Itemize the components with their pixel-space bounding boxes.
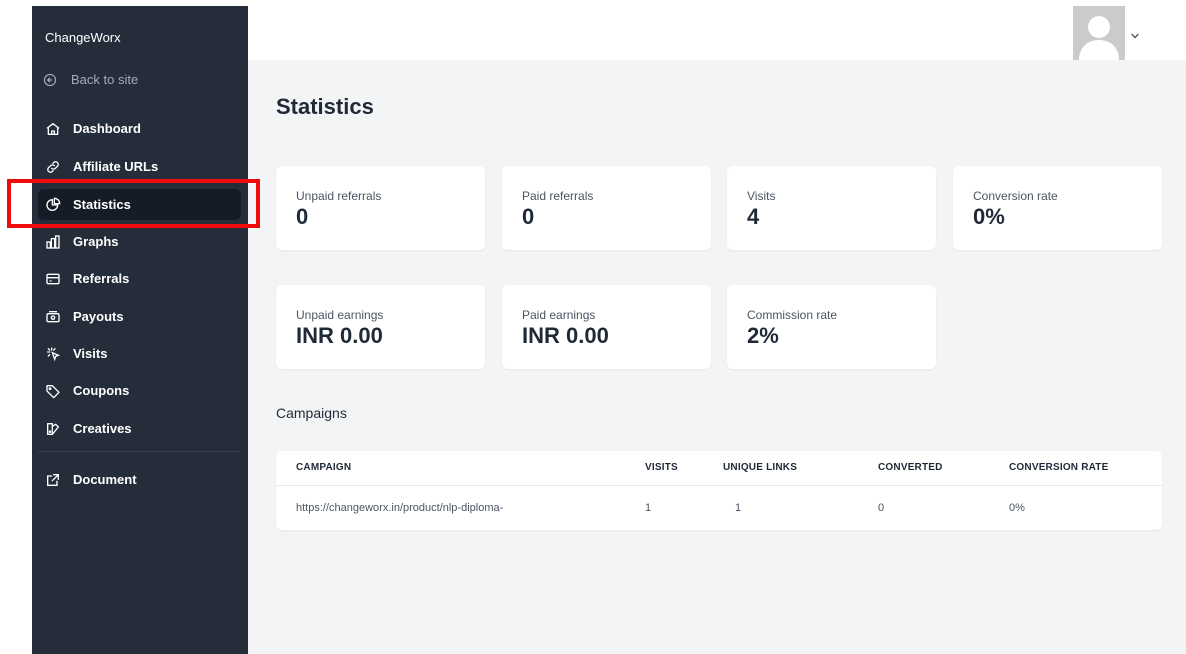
column-header-campaign: CAMPAIGN [296, 462, 352, 473]
sidebar-item-label: Coupons [73, 383, 130, 398]
sidebar-item-label: Payouts [73, 309, 124, 324]
stat-card-conversion-rate: Conversion rate 0% [953, 166, 1162, 250]
stat-label: Commission rate [747, 308, 838, 322]
cell-converted: 0 [878, 502, 885, 514]
stat-card-unpaid-earnings: Unpaid earnings INR 0.00 [276, 285, 485, 369]
brand-name[interactable]: ChangeWorx [45, 30, 121, 45]
stat-label: Visits [747, 189, 776, 203]
cash-icon [44, 308, 62, 326]
sidebar-item-affiliate-urls[interactable]: Affiliate URLs [38, 151, 241, 182]
user-silhouette-icon [1079, 16, 1119, 60]
sidebar-item-label: Dashboard [73, 121, 141, 136]
user-avatar[interactable] [1073, 6, 1125, 60]
sidebar-item-label: Affiliate URLs [73, 159, 159, 174]
column-header-unique-links: UNIQUE LINKS [723, 462, 798, 473]
stat-value: 2% [747, 323, 779, 348]
sidebar-item-document[interactable]: Document [38, 464, 241, 495]
stat-value: INR 0.00 [522, 323, 609, 348]
cell-conversion-rate: 0% [1009, 502, 1025, 514]
arrow-circle-left-icon [43, 73, 57, 87]
page-title: Statistics [276, 94, 374, 119]
top-bar [248, 0, 1186, 60]
stat-label: Unpaid referrals [296, 189, 382, 203]
sidebar-item-payouts[interactable]: Payouts [38, 301, 241, 332]
external-link-icon [44, 471, 62, 489]
stat-card-paid-referrals: Paid referrals 0 [502, 166, 711, 250]
column-header-visits: VISITS [645, 462, 678, 473]
sidebar-item-coupons[interactable]: Coupons [38, 375, 241, 406]
stat-card-unpaid-referrals: Unpaid referrals 0 [276, 166, 485, 250]
campaigns-heading: Campaigns [276, 405, 347, 421]
link-icon [44, 158, 62, 176]
stat-value: 0% [973, 204, 1005, 229]
sidebar-item-label: Creatives [73, 421, 132, 436]
sidebar-item-creatives[interactable]: Creatives [38, 413, 241, 444]
chevron-down-icon[interactable] [1130, 27, 1140, 39]
stat-value: INR 0.00 [296, 323, 383, 348]
credit-card-icon [44, 270, 62, 288]
sidebar-item-label: Document [73, 472, 137, 487]
sidebar-item-dashboard[interactable]: Dashboard [38, 113, 241, 144]
stat-card-commission-rate: Commission rate 2% [727, 285, 936, 369]
sidebar-item-graphs[interactable]: Graphs [38, 226, 241, 257]
sidebar: ChangeWorx Back to site Dashboard Affili… [32, 6, 248, 654]
cell-visits: 1 [645, 502, 652, 514]
sidebar-item-label: Referrals [73, 271, 130, 286]
sidebar-item-referrals[interactable]: Referrals [38, 263, 241, 294]
stat-value: 0 [522, 204, 535, 229]
sidebar-item-visits[interactable]: Visits [38, 338, 241, 369]
sidebar-item-label: Visits [73, 346, 108, 361]
stat-label: Unpaid earnings [296, 308, 384, 322]
column-header-converted: CONVERTED [878, 462, 943, 473]
stat-label: Conversion rate [973, 189, 1058, 203]
stat-label: Paid referrals [522, 189, 594, 203]
home-icon [44, 120, 62, 138]
bar-chart-icon [44, 233, 62, 251]
cell-campaign-url[interactable]: https://changeworx.in/product/nlp-diplom… [296, 502, 503, 514]
tag-icon [44, 382, 62, 400]
color-swatch-icon [44, 420, 62, 438]
highlight-box [7, 179, 260, 228]
stat-card-paid-earnings: Paid earnings INR 0.00 [502, 285, 711, 369]
stat-value: 0 [296, 204, 309, 229]
sidebar-divider [38, 451, 241, 452]
cursor-click-icon [44, 345, 62, 363]
campaigns-table: CAMPAIGN VISITS UNIQUE LINKS CONVERTED C… [276, 451, 1162, 530]
back-to-site-link[interactable]: Back to site [43, 72, 138, 87]
sidebar-item-label: Graphs [73, 234, 119, 249]
stat-value: 4 [747, 204, 760, 229]
stat-card-visits: Visits 4 [727, 166, 936, 250]
column-header-conversion-rate: CONVERSION RATE [1009, 462, 1109, 473]
back-to-site-label: Back to site [71, 72, 139, 87]
stat-label: Paid earnings [522, 308, 596, 322]
cell-unique-links: 1 [735, 502, 742, 514]
table-header-divider [276, 485, 1162, 486]
